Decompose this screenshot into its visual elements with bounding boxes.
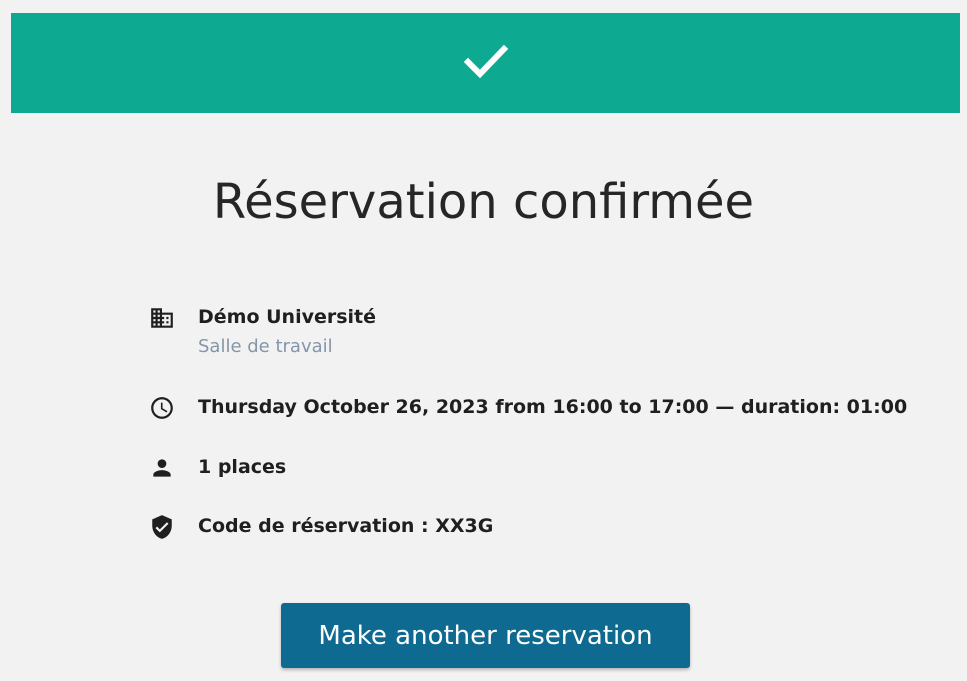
location-detail: Démo Université Salle de travail [148,304,376,360]
clock-icon [148,394,176,422]
building-icon [148,304,176,332]
time-text: Thursday October 26, 2023 from 16:00 to … [198,396,908,418]
checkmark-icon [462,37,510,89]
page-title: Réservation confirmée [212,174,755,230]
time-detail: Thursday October 26, 2023 from 16:00 to … [148,394,907,422]
shield-check-icon [148,513,176,541]
code-detail: Code de réservation : XX3G [148,513,493,541]
places-text: 1 places [198,456,287,478]
person-icon [148,454,176,482]
location-name: Démo Université [198,306,377,328]
places-detail: 1 places [148,454,286,482]
confirmation-banner [11,13,960,113]
make-another-reservation-button[interactable]: Make another reservation [281,603,690,668]
room-name: Salle de travail [198,336,333,357]
reservation-code: Code de réservation : XX3G [198,515,494,537]
